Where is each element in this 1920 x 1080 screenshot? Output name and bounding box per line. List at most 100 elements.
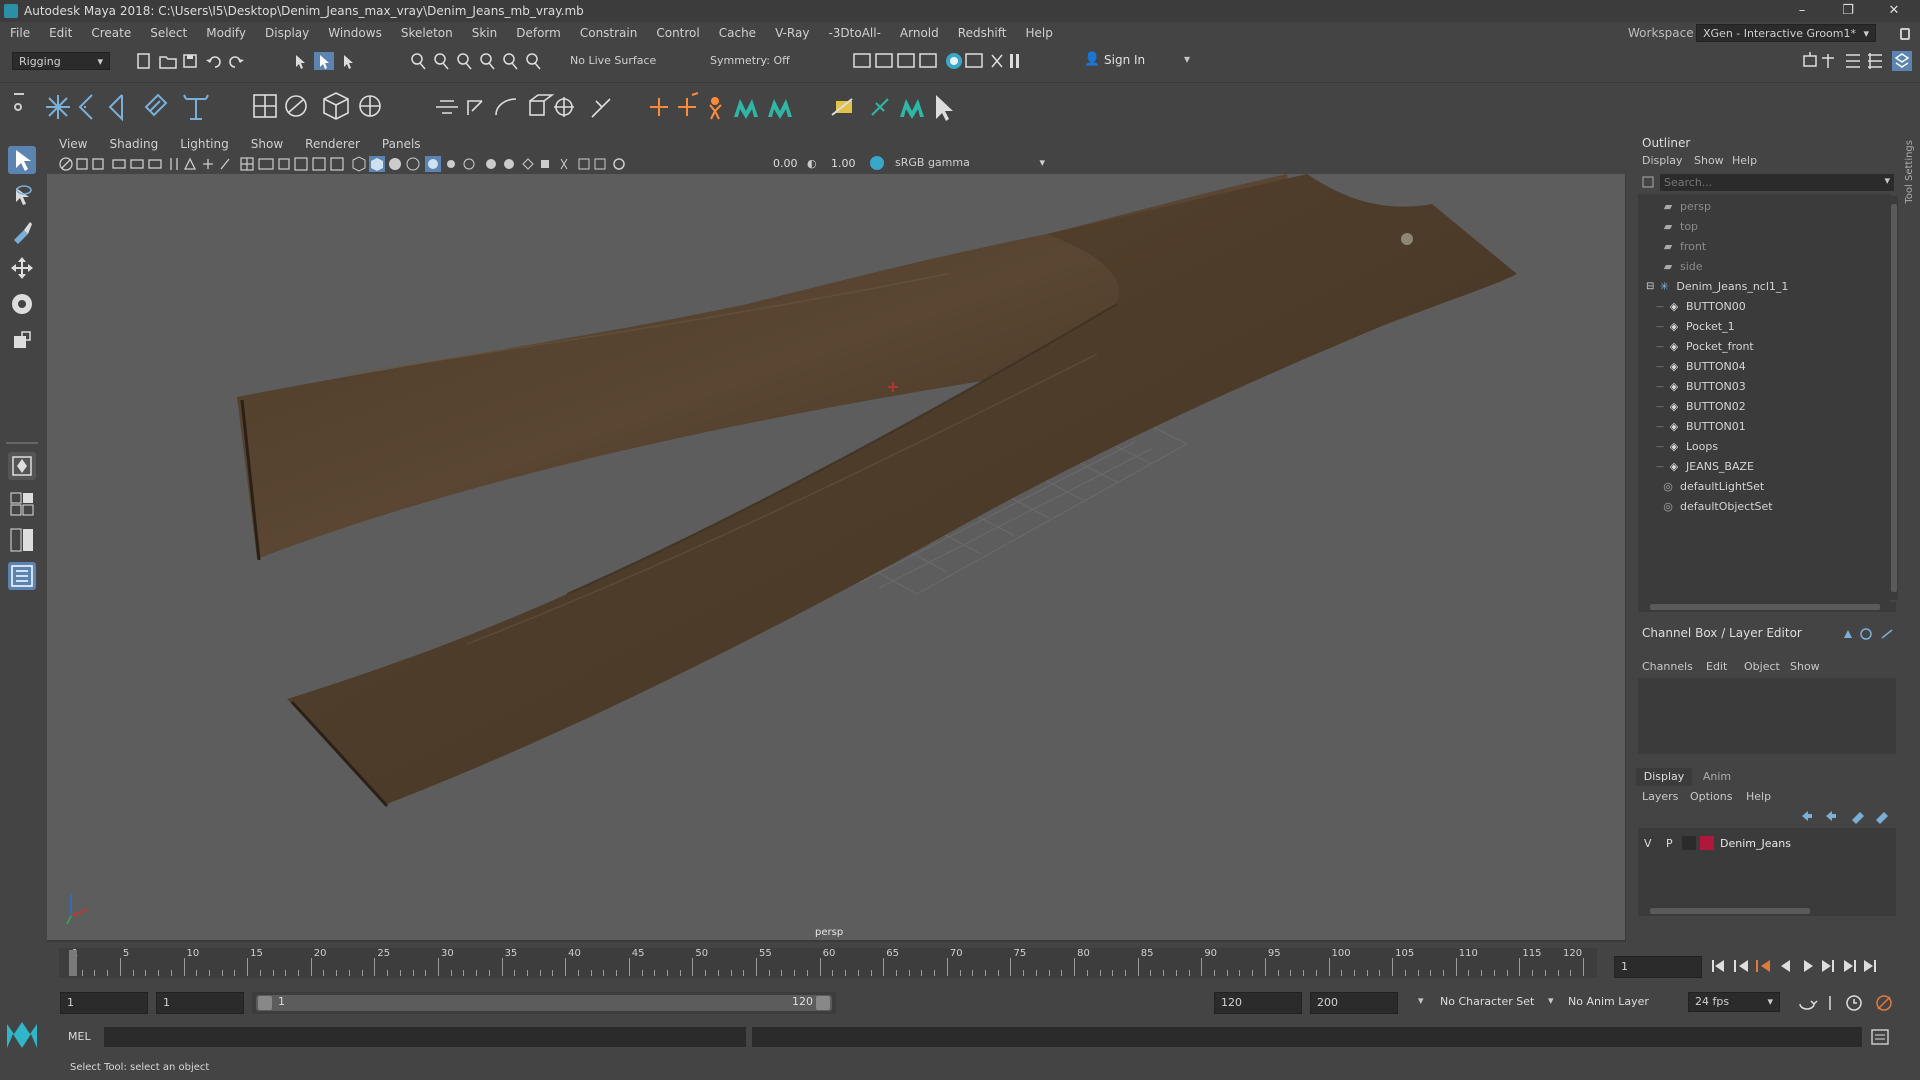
lasso-tool-button[interactable] [8,182,36,210]
outliner-item[interactable]: ◎ defaultLightSet [1660,476,1764,496]
move-tool-button[interactable] [8,254,36,282]
current-frame-field[interactable]: 1 [1614,956,1702,978]
outliner-hscrollbar[interactable] [1638,602,1896,612]
outliner-item[interactable]: ▰ side [1660,256,1703,276]
script-editor-icon[interactable] [1870,1028,1890,1046]
menu-display[interactable]: Display [255,26,318,40]
layer-tab-anim[interactable]: Anim [1692,768,1742,786]
layer-menu-layers[interactable]: Layers [1642,790,1678,803]
start-time-field[interactable]: 1 [60,992,148,1014]
menu-constrain[interactable]: Constrain [570,26,647,40]
layer-hscrollbar[interactable] [1638,906,1896,916]
outliner-item[interactable]: — ◈ JEANS_BAZE [1656,456,1754,476]
layer-menu-help[interactable]: Help [1746,790,1771,803]
outliner-menu-display[interactable]: Display [1642,154,1683,167]
rotate-tool-button[interactable] [8,290,36,318]
menu-create[interactable]: Create [81,26,140,40]
menu-redshift[interactable]: Redshift [948,26,1016,40]
tool-settings-side-tab[interactable]: Tool Settings [1904,140,1918,220]
menuset-dropdown[interactable]: Rigging ▾ [12,52,110,70]
viewport-menu-lighting[interactable]: Lighting [168,137,239,151]
outliner-item[interactable]: ▰ top [1660,216,1698,236]
outliner-item[interactable]: — ◈ BUTTON00 [1656,296,1746,316]
selection-mode-icons[interactable] [292,51,372,71]
playback-controls[interactable] [1708,954,1886,978]
outliner-vscrollbar[interactable] [1890,196,1898,600]
minimize-button[interactable]: – [1780,0,1824,22]
outliner-item[interactable]: — ◈ BUTTON03 [1656,376,1746,396]
channel-box-content[interactable] [1638,678,1896,754]
channel-menu-show[interactable]: Show [1790,660,1820,673]
channel-menu-object[interactable]: Object [1744,660,1780,673]
outliner-filter-icon[interactable] [1640,174,1656,190]
color-space-dropdown[interactable]: sRGB gamma ▾ [889,155,1051,172]
chevron-down-icon[interactable]: ▾ [1548,994,1554,1007]
outliner-search-input[interactable] [1660,174,1866,191]
menu-deform[interactable]: Deform [506,26,570,40]
outliner-item[interactable]: — ◈ BUTTON02 [1656,396,1746,416]
menu-skeleton[interactable]: Skeleton [391,26,462,40]
outliner-item[interactable]: ⊟ ✳ Denim_Jeans_ncl1_1 [1646,276,1788,296]
menu-file[interactable]: File [0,26,39,40]
menu-control[interactable]: Control [646,26,708,40]
layout-two-button[interactable] [8,526,36,554]
menu-arnold[interactable]: Arnold [890,26,948,40]
playback-start-field[interactable]: 1 [156,992,244,1014]
symmetry-dropdown[interactable]: Symmetry: Off [704,52,804,70]
shelf-tools[interactable] [44,91,1004,123]
command-input[interactable] [104,1027,746,1047]
channel-menu-edit[interactable]: Edit [1706,660,1727,673]
viewport-menu-show[interactable]: Show [239,137,293,151]
layer-playback-toggle[interactable]: P [1666,837,1673,850]
sign-in-button[interactable]: 👤 Sign In ▾ [1080,52,1198,70]
anim-prefs-icons[interactable] [1796,992,1914,1014]
outliner-item[interactable]: — ◈ Loops [1656,436,1718,456]
workspace-dropdown[interactable]: XGen - Interactive Groom1* ▾ [1696,24,1876,42]
maximize-button[interactable]: ❐ [1826,0,1870,22]
viewport-menu-renderer[interactable]: Renderer [293,137,370,151]
collapse-icon[interactable]: ⊟ [1646,281,1654,292]
select-tool-button[interactable] [8,146,36,174]
gamma-value[interactable]: 1.00 [831,157,856,170]
layer-visibility-toggle[interactable]: V [1644,837,1652,850]
live-surface-field[interactable]: No Live Surface [564,52,664,70]
layer-row[interactable]: V P Denim_Jeans [1638,834,1896,852]
file-ops-icons[interactable] [136,52,256,70]
character-set-dropdown[interactable]: No Character Set [1440,995,1534,1008]
layout-four-button[interactable] [8,490,36,518]
layer-action-icons[interactable] [1798,808,1894,824]
outliner-menu-help[interactable]: Help [1732,154,1757,167]
exposure-value[interactable]: 0.00 [773,157,798,170]
outliner-item[interactable]: — ◈ BUTTON04 [1656,356,1746,376]
menu-3dtoall[interactable]: -3DtoAll- [818,26,889,40]
menu-skin[interactable]: Skin [462,26,507,40]
outliner-item[interactable]: — ◈ Pocket_1 [1656,316,1735,336]
color-management-icon[interactable] [870,156,884,170]
range-slider[interactable]: 1 120 [252,992,836,1014]
fps-dropdown[interactable]: 24 fps ▾ [1688,992,1780,1012]
shelf-options-icon[interactable] [14,89,26,125]
end-time-field[interactable]: 200 [1310,992,1398,1014]
outliner-item[interactable]: ▰ persp [1660,196,1711,216]
viewport-menu-shading[interactable]: Shading [97,137,168,151]
playback-end-field[interactable]: 120 [1214,992,1302,1014]
chevron-down-icon[interactable]: ▾ [1418,994,1424,1007]
3d-viewport[interactable]: persp [47,174,1625,940]
panel-toggle-icons[interactable] [1800,50,1916,72]
outliner-menu-show[interactable]: Show [1694,154,1724,167]
snap-icons[interactable] [408,51,558,71]
menu-edit[interactable]: Edit [39,26,81,40]
close-button[interactable]: ✕ [1872,0,1916,22]
outliner-item[interactable]: ▰ front [1660,236,1706,256]
layer-menu-options[interactable]: Options [1690,790,1732,803]
menu-select[interactable]: Select [140,26,196,40]
viewport-menu-panels[interactable]: Panels [370,137,431,151]
scale-tool-button[interactable] [8,326,36,354]
outliner-search-field[interactable]: ▾ [1660,174,1894,191]
viewport-toolbar-icons[interactable] [57,155,777,173]
channel-menu-channels[interactable]: Channels [1642,660,1693,673]
layout-single-button[interactable] [8,452,36,480]
layer-name[interactable]: Denim_Jeans [1720,837,1791,850]
layer-list[interactable]: V P Denim_Jeans [1638,828,1896,906]
menu-cache[interactable]: Cache [709,26,765,40]
